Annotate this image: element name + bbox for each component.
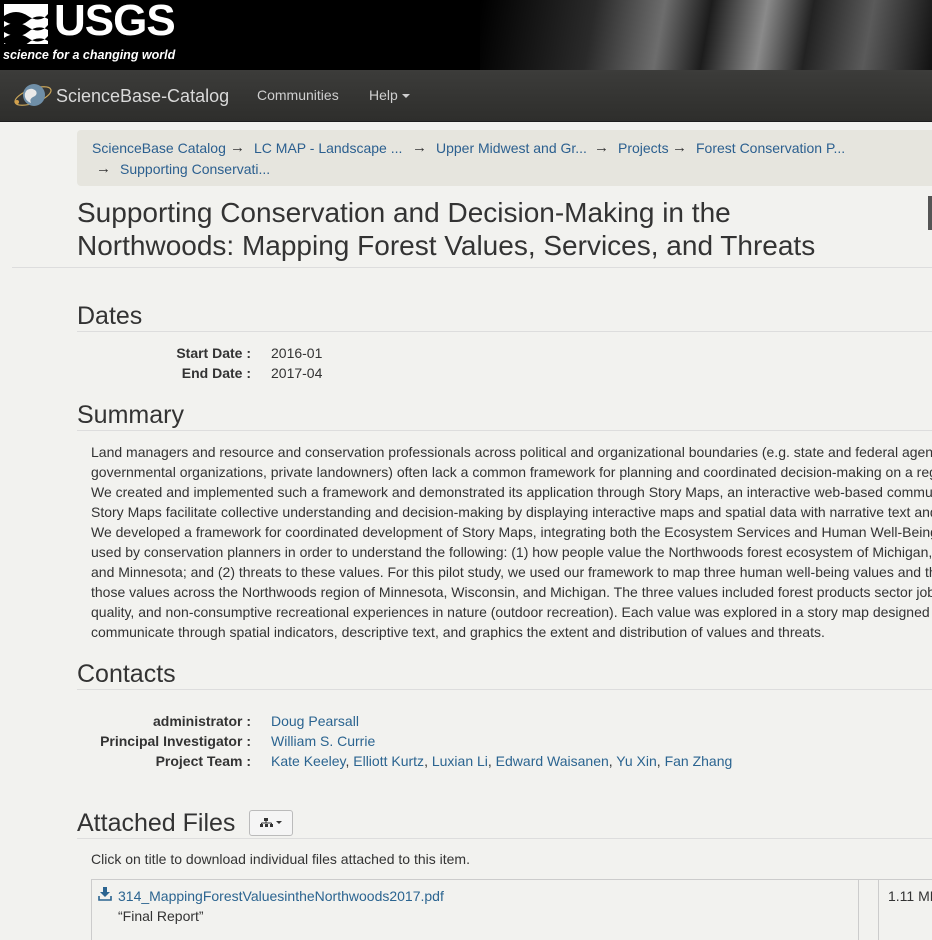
brand-label: ScienceBase-Catalog [56, 85, 230, 106]
usgs-banner: USGS science for a changing world [0, 0, 932, 70]
breadcrumb-arrow-icon: → [594, 139, 609, 156]
breadcrumb-arrow-icon: → [96, 160, 111, 177]
section-divider [77, 689, 932, 690]
breadcrumb: ScienceBase Catalog → LC MAP - Landscape… [77, 130, 932, 186]
summary-line: We developed a framework for coordinated… [91, 524, 932, 540]
team-member-link[interactable]: Kate Keeley [271, 753, 345, 769]
project-team-label: Project Team : [155, 753, 251, 769]
file-size: 1.11 MB [888, 888, 932, 904]
start-date-value: 2016-01 [271, 345, 323, 361]
breadcrumb-arrow-icon: → [412, 139, 427, 156]
title-divider [12, 267, 932, 268]
summary-line: and Minnesota; and (2) threats to these … [91, 564, 932, 580]
team-member-link[interactable]: Luxian Li [432, 753, 488, 769]
banner-wave-graphic [480, 0, 932, 70]
summary-heading: Summary [77, 401, 184, 429]
summary-line: Land managers and resource and conservat… [91, 444, 932, 460]
caret-down-icon [401, 94, 410, 99]
dates-heading: Dates [77, 302, 143, 330]
breadcrumb-item[interactable]: ScienceBase Catalog [92, 140, 226, 156]
summary-line: communicate through spatial indicators, … [91, 624, 825, 640]
page-title-line: Northwoods: Mapping Forest Values, Servi… [77, 230, 816, 261]
files-note: Click on title to download individual fi… [91, 851, 470, 867]
file-title: “Final Report” [118, 908, 204, 924]
breadcrumb-item[interactable]: Projects [618, 140, 669, 156]
usgs-tagline: science for a changing world [3, 48, 176, 62]
attached-files-heading: Attached Files [77, 809, 236, 837]
team-member-link[interactable]: Yu Xin [616, 753, 656, 769]
summary-line: We created and implemented such a framew… [91, 484, 932, 500]
page-title-line: Supporting Conservation and Decision-Mak… [77, 197, 731, 228]
usgs-wordmark: USGS [54, 0, 176, 45]
administrator-link[interactable]: Doug Pearsall [271, 713, 359, 729]
nav-help[interactable]: Help [369, 87, 410, 103]
administrator-label: administrator : [152, 713, 251, 729]
page-title: Supporting Conservation and Decision-Mak… [77, 196, 927, 262]
summary-line: Story Maps facilitate collective underst… [91, 504, 932, 520]
principal-investigator-link[interactable]: William S. Currie [271, 733, 375, 749]
nav-help-label: Help [369, 87, 398, 103]
breadcrumb-item[interactable]: Upper Midwest and Gr... [436, 140, 587, 156]
nav-communities[interactable]: Communities [257, 87, 339, 103]
breadcrumb-arrow-icon: → [672, 139, 687, 156]
top-navbar: ScienceBase-Catalog Communities Help [0, 70, 932, 122]
section-divider [77, 838, 932, 839]
breadcrumb-item[interactable]: LC MAP - Landscape ... [254, 140, 402, 156]
breadcrumb-item[interactable]: Forest Conservation P... [696, 140, 845, 156]
team-member-link[interactable]: Fan Zhang [665, 753, 733, 769]
file-name-link[interactable]: 314_MappingForestValuesintheNorthwoods20… [118, 888, 444, 904]
project-team-list: Kate Keeley, Elliott Kurtz, Luxian Li, E… [271, 753, 733, 769]
usgs-logo[interactable]: USGS science for a changing world [2, 0, 176, 66]
file-row: 314_MappingForestValuesintheNorthwoods20… [91, 879, 932, 940]
sitemap-icon [260, 818, 282, 827]
team-member-link[interactable]: Elliott Kurtz [353, 753, 424, 769]
summary-line: governmental organizations, private land… [91, 464, 932, 480]
contacts-heading: Contacts [77, 660, 176, 688]
file-column-divider [858, 880, 859, 940]
brand-link[interactable]: ScienceBase-Catalog [12, 78, 229, 114]
download-icon[interactable] [98, 886, 112, 901]
summary-line: used by conservation planners in order t… [91, 544, 932, 560]
globe-icon [14, 84, 52, 106]
summary-line: quality, and non-consumptive recreationa… [91, 604, 930, 620]
team-member-link[interactable]: Edward Waisanen [496, 753, 609, 769]
breadcrumb-current[interactable]: Supporting Conservati... [120, 161, 270, 177]
end-date-label: End Date : [181, 365, 251, 381]
start-date-label: Start Date : [176, 345, 251, 361]
summary-line: those values across the Northwoods regio… [91, 584, 932, 600]
section-divider [77, 430, 932, 431]
section-divider [77, 331, 932, 332]
breadcrumb-arrow-icon: → [230, 139, 245, 156]
principal-investigator-label: Principal Investigator : [100, 733, 251, 749]
file-column-divider [878, 880, 879, 940]
usgs-wave-icon [4, 4, 48, 46]
side-panel-edge [928, 196, 932, 230]
end-date-value: 2017-04 [271, 365, 323, 381]
files-view-toggle-button[interactable] [249, 810, 293, 836]
